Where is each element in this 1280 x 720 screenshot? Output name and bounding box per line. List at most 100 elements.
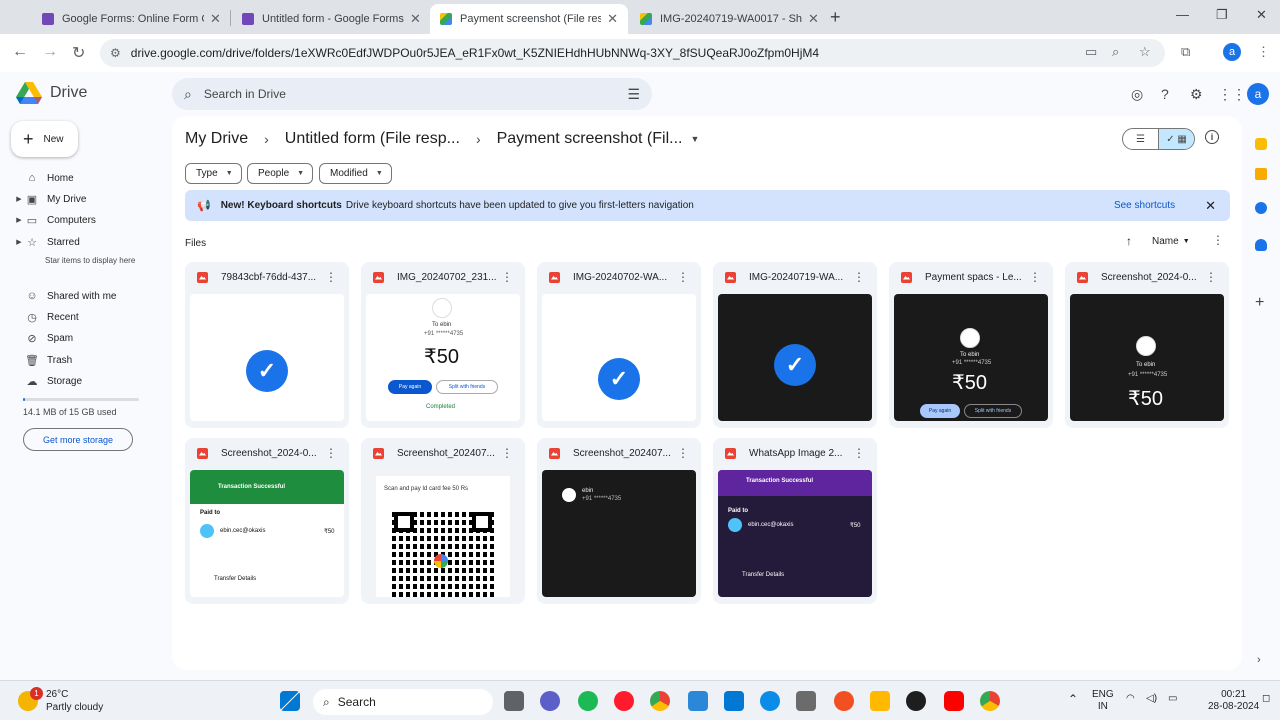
file-card[interactable]: IMG-20240719-WA... ⋮ ✓ xyxy=(713,262,877,428)
spotify-icon[interactable] xyxy=(578,691,598,711)
close-icon[interactable]: ✕ xyxy=(1205,198,1216,214)
more-options-icon[interactable]: ⋮ xyxy=(325,270,337,284)
new-tab-icon[interactable]: + xyxy=(830,7,841,28)
breadcrumb-untitled-form[interactable]: Untitled form (File resp... xyxy=(285,130,460,148)
new-button[interactable]: + New xyxy=(11,121,78,157)
breadcrumb-payment-screenshot[interactable]: Payment screenshot (Fil... xyxy=(497,130,683,148)
site-info-icon[interactable]: ⚙ xyxy=(110,46,121,60)
get-addons-icon[interactable]: + xyxy=(1255,294,1264,312)
notification-app-icon[interactable] xyxy=(834,691,854,711)
restore-icon[interactable]: ❐ xyxy=(1216,7,1228,23)
reload-icon[interactable]: ↻ xyxy=(72,43,85,63)
url-bar[interactable]: ⚙ drive.google.com/drive/folders/1eXWRc0… xyxy=(100,39,1165,67)
search-options-icon[interactable]: ☰ xyxy=(627,86,640,103)
more-options-icon[interactable]: ⋮ xyxy=(853,446,865,460)
file-card[interactable]: IMG-20240702-WA... ⋮ ✓ xyxy=(537,262,701,428)
install-icon[interactable]: ▭ xyxy=(1085,44,1097,60)
teams-icon[interactable] xyxy=(540,691,560,711)
more-options-icon[interactable]: ⋮ xyxy=(1029,270,1041,284)
keep-icon[interactable] xyxy=(1255,168,1267,180)
taskbar-search[interactable]: ⌕ Search xyxy=(313,689,493,715)
battery-icon[interactable]: ▭ xyxy=(1168,693,1177,705)
more-options-icon[interactable]: ⋮ xyxy=(677,270,689,284)
list-view-icon[interactable]: ☰ xyxy=(1123,129,1158,149)
more-options-icon[interactable]: ⋮ xyxy=(853,270,865,284)
settings-gear-icon[interactable]: ⚙ xyxy=(1190,86,1203,103)
filter-type[interactable]: Type ▼ xyxy=(185,163,242,184)
chevron-right-icon[interactable]: › xyxy=(1257,654,1261,666)
task-view-icon[interactable] xyxy=(504,691,524,711)
breadcrumb-my-drive[interactable]: My Drive xyxy=(185,130,248,148)
tab-payment-screenshot[interactable]: Payment screenshot (File respo ✕ xyxy=(430,4,628,34)
close-icon[interactable]: ✕ xyxy=(410,11,421,27)
expand-caret-icon[interactable]: ▶ xyxy=(13,238,25,246)
browser-profile-avatar[interactable]: a xyxy=(1223,43,1241,61)
show-hidden-icons-icon[interactable]: ⌃ xyxy=(1068,693,1078,705)
windows-start-icon[interactable] xyxy=(280,691,300,711)
close-icon[interactable]: ✕ xyxy=(808,11,819,27)
sidebar-item-computers[interactable]: ▶ ▭ Computers xyxy=(0,211,150,229)
sort-direction-icon[interactable]: ↑ xyxy=(1126,234,1132,248)
wifi-icon[interactable]: ◠ xyxy=(1126,693,1135,705)
chrome-active-icon[interactable] xyxy=(980,691,1000,711)
expand-caret-icon[interactable]: ▶ xyxy=(13,216,25,224)
calendar-icon[interactable] xyxy=(1255,138,1267,150)
filter-people[interactable]: People ▼ xyxy=(247,163,314,184)
see-shortcuts-link[interactable]: See shortcuts xyxy=(1114,200,1175,211)
window-close-icon[interactable]: ✕ xyxy=(1256,7,1267,23)
zoom-icon[interactable]: ⌕ xyxy=(1112,44,1119,60)
sort-by-name[interactable]: Name xyxy=(1152,236,1179,247)
tab-img-wa0017[interactable]: IMG-20240719-WA0017 - Shifa ✕ xyxy=(630,4,829,34)
chrome-icon[interactable] xyxy=(650,691,670,711)
photos-icon[interactable] xyxy=(796,691,816,711)
file-card[interactable]: WhatsApp Image 2... ⋮ Transaction Success… xyxy=(713,438,877,604)
filter-modified[interactable]: Modified ▼ xyxy=(319,163,392,184)
tasks-icon[interactable] xyxy=(1255,202,1267,214)
grid-view-icon[interactable]: ✓ ▦ xyxy=(1158,129,1194,149)
contacts-icon[interactable] xyxy=(1255,239,1267,251)
file-card[interactable]: Payment spacs - Le... ⋮ To ebin +91 *****… xyxy=(889,262,1053,428)
drive-logo[interactable]: Drive xyxy=(16,82,87,104)
expand-caret-icon[interactable]: ▶ xyxy=(13,195,25,203)
sidebar-item-trash[interactable]: 🗑 Trash xyxy=(0,351,150,369)
tab-google-forms[interactable]: Google Forms: Online Form Cre ✕ xyxy=(32,4,231,34)
sidebar-item-recent[interactable]: ◷ Recent xyxy=(0,308,150,326)
help-icon[interactable]: ? xyxy=(1161,86,1169,102)
bookmark-star-icon[interactable]: ☆ xyxy=(1139,44,1151,60)
get-more-storage-button[interactable]: Get more storage xyxy=(23,428,133,451)
browser-menu-icon[interactable]: ⋮ xyxy=(1257,44,1270,60)
close-icon[interactable]: ✕ xyxy=(210,11,221,27)
notifications-icon[interactable]: ◻ xyxy=(1262,693,1270,705)
weather-widget[interactable]: 1 26°C Partly cloudy xyxy=(18,687,103,714)
more-options-icon[interactable]: ⋮ xyxy=(1205,270,1217,284)
file-card[interactable]: IMG_20240702_231... ⋮ To ebin +91 ******4… xyxy=(361,262,525,428)
store-icon[interactable] xyxy=(724,691,744,711)
file-explorer-icon[interactable] xyxy=(870,691,890,711)
more-options-icon[interactable]: ⋮ xyxy=(677,446,689,460)
folder-menu-caret-icon[interactable]: ▼ xyxy=(690,134,699,144)
more-options-icon[interactable]: ⋮ xyxy=(1212,233,1224,247)
language-indicator[interactable]: ENG IN xyxy=(1092,689,1114,713)
react-devtools-icon[interactable] xyxy=(906,691,926,711)
sidebar-item-home[interactable]: ⌂ Home xyxy=(0,169,150,187)
sidebar-item-my-drive[interactable]: ▶ ▣ My Drive xyxy=(0,190,150,208)
tab-untitled-form[interactable]: Untitled form - Google Forms ✕ xyxy=(232,4,431,34)
close-icon[interactable]: ✕ xyxy=(607,11,618,27)
volume-icon[interactable]: ◁) xyxy=(1146,693,1157,705)
edge-icon[interactable] xyxy=(760,691,780,711)
info-icon[interactable]: i xyxy=(1205,130,1219,144)
file-card[interactable]: Screenshot_2024-0... ⋮ To ebin +91 ******… xyxy=(1065,262,1229,428)
file-card[interactable]: 79843cbf-76dd-437... ⋮ ✓ xyxy=(185,262,349,428)
more-options-icon[interactable]: ⋮ xyxy=(501,446,513,460)
notepad-icon[interactable] xyxy=(688,691,708,711)
more-options-icon[interactable]: ⋮ xyxy=(501,270,513,284)
sidebar-item-shared[interactable]: ☺ Shared with me xyxy=(0,287,150,305)
extensions-icon[interactable]: ⧉ xyxy=(1181,44,1190,60)
clock[interactable]: 00:21 28-08-2024 xyxy=(1208,689,1259,713)
file-card[interactable]: Screenshot_2024-0... ⋮ Transaction Succes… xyxy=(185,438,349,604)
youtube-icon[interactable] xyxy=(944,691,964,711)
more-options-icon[interactable]: ⋮ xyxy=(325,446,337,460)
account-avatar[interactable]: a xyxy=(1247,83,1269,105)
back-icon[interactable]: ← xyxy=(12,43,28,61)
forward-icon[interactable]: → xyxy=(42,43,58,61)
